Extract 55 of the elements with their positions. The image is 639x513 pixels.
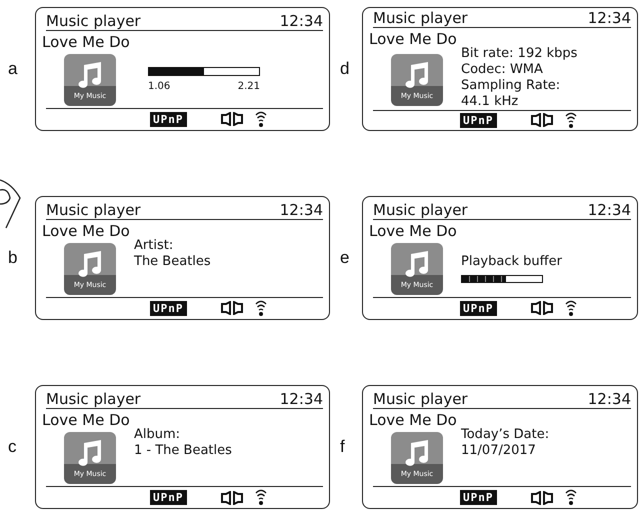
- speakers-icon: [220, 301, 242, 316]
- upnp-badge: UPnP: [460, 300, 496, 316]
- step-letter: e: [339, 248, 350, 268]
- speakers-icon: [530, 301, 552, 316]
- wifi-icon: [564, 489, 576, 506]
- track-title: Love Me Do: [42, 220, 131, 241]
- upnp-badge: UPnP: [460, 490, 496, 506]
- track-title: Love Me Do: [42, 410, 131, 430]
- elapsed-time: 1.06: [148, 81, 170, 92]
- track-title: Love Me Do: [369, 410, 458, 430]
- info-text: Codec: WMA: [461, 62, 544, 78]
- speakers-icon: [530, 113, 552, 128]
- wifi-icon: [254, 110, 266, 128]
- screen-title: Music player: [46, 200, 141, 219]
- info-text: 44.1 kHz: [461, 94, 520, 110]
- track-title: Love Me Do: [369, 220, 458, 241]
- upnp-badge: UPnP: [460, 112, 496, 128]
- speakers-icon: [530, 490, 552, 505]
- upnp-badge: UPnP: [150, 490, 186, 506]
- total-time: 2.21: [238, 81, 260, 92]
- screen-title: Music player: [373, 200, 468, 219]
- screen-title: Music player: [46, 390, 141, 408]
- info-text: The Beatles: [134, 254, 212, 270]
- wifi-icon: [254, 489, 266, 506]
- clock-time: 12:34: [588, 9, 631, 28]
- track-title: Love Me Do: [42, 32, 131, 52]
- speakers-icon: [220, 112, 242, 126]
- info-text: Artist:: [134, 238, 174, 254]
- upnp-badge: UPnP: [150, 300, 186, 316]
- info-text: Sampling Rate:: [461, 78, 562, 94]
- screen-title: Music player: [373, 9, 468, 28]
- step-letter: c: [7, 437, 16, 458]
- info-text: 1 - The Beatles: [134, 443, 233, 460]
- clock-time: 12:34: [280, 200, 323, 219]
- wifi-icon: [564, 112, 576, 129]
- clock-time: 12:34: [280, 12, 323, 30]
- step-letter: d: [339, 58, 350, 79]
- step-letter: a: [7, 58, 18, 79]
- info-text: 11/07/2017: [461, 443, 537, 460]
- step-letter: f: [339, 437, 345, 458]
- track-title: Love Me Do: [369, 29, 458, 50]
- screen-title: Music player: [46, 12, 141, 30]
- clock-time: 12:34: [588, 390, 631, 408]
- info-text: Bit rate: 192 kbps: [461, 46, 578, 62]
- speakers-icon: [220, 490, 242, 505]
- wifi-icon: [254, 300, 266, 317]
- buffer-label: Playback buffer: [461, 254, 563, 270]
- step-letter: b: [7, 248, 18, 268]
- wifi-icon: [564, 300, 576, 317]
- clock-time: 12:34: [280, 390, 323, 408]
- screen-title: Music player: [373, 390, 468, 408]
- clock-time: 12:34: [588, 200, 631, 219]
- info-text: Today’s Date:: [461, 427, 550, 444]
- upnp-badge: UPnP: [150, 112, 186, 127]
- info-text: Album:: [134, 427, 182, 444]
